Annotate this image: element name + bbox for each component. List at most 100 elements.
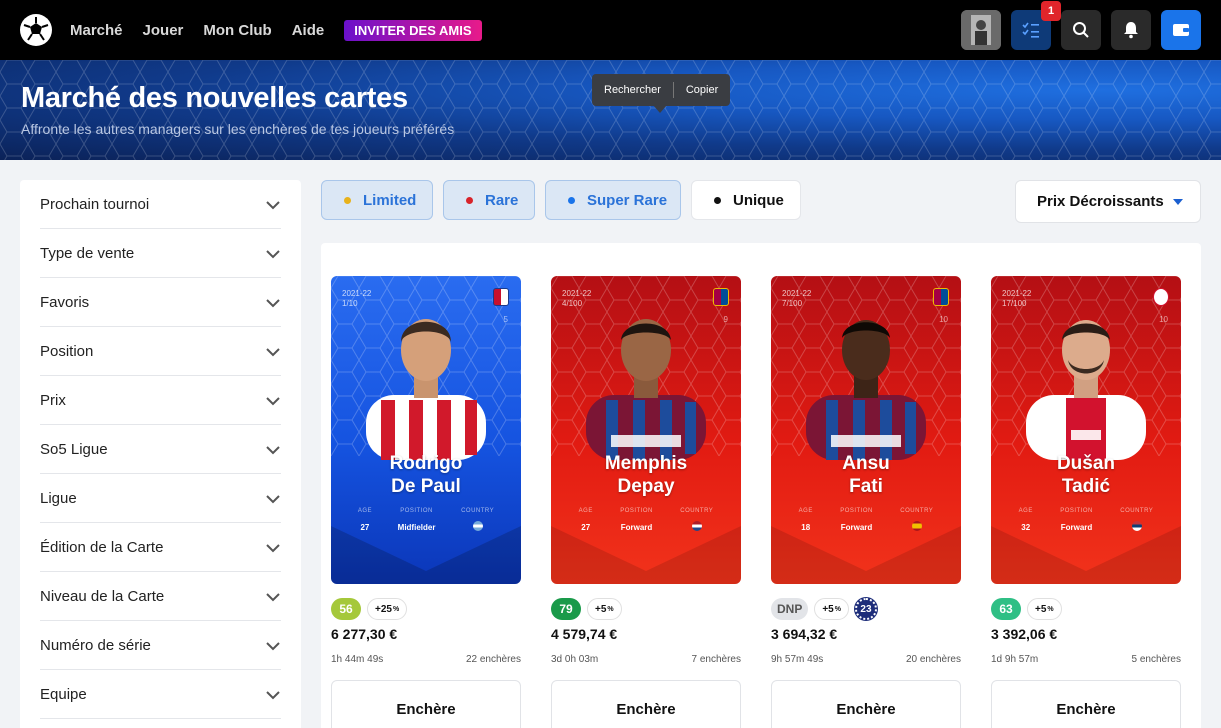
player-card[interactable]: 2021-22 1/10 5 Rodrigo De Paul AGE 27 POSIT… [331, 276, 521, 584]
filter-edition-carte[interactable]: Édition de la Carte [20, 523, 301, 572]
invite-friends-button[interactable]: INVITER DES AMIS [344, 19, 482, 41]
bid-count: 5 enchères [1131, 654, 1181, 665]
sorare-logo-icon[interactable] [20, 14, 52, 46]
card-price: 3 694,32 € [771, 626, 838, 642]
rarity-tab-label: Limited [363, 191, 417, 209]
card-shield-decoration [331, 526, 521, 584]
bid-button[interactable]: Enchère [331, 680, 521, 728]
score-badge: DNP [771, 598, 809, 620]
bonus-badge: +25% [367, 598, 408, 620]
jersey-number: 5 [503, 315, 508, 324]
score-badge: 79 [551, 598, 581, 620]
player-photo [806, 320, 926, 460]
player-age: 27 [581, 523, 591, 532]
user-avatar[interactable] [961, 10, 1001, 50]
search-icon [1073, 22, 1089, 38]
chevron-down-icon [266, 298, 280, 307]
checklist-icon [1022, 22, 1039, 38]
filter-prochain-tournoi[interactable]: Prochain tournoi [20, 180, 301, 229]
rarity-tab-rare[interactable]: Rare [443, 180, 535, 220]
nav-marche-link[interactable]: Marché [70, 22, 123, 39]
nav-links: Marché Jouer Mon Club Aide INVITER DES A… [70, 0, 482, 60]
tooltip-arrow [653, 105, 667, 113]
extra-score-badge: 23 [854, 598, 877, 620]
country-flag-icon [691, 521, 702, 531]
notifications-button[interactable] [1111, 10, 1151, 50]
filter-position[interactable]: Position [20, 327, 301, 376]
wallet-button[interactable] [1161, 10, 1201, 50]
card-price: 3 392,06 € [991, 626, 1058, 642]
card-shield-decoration [771, 526, 961, 584]
card-meta: 63 +5% [991, 597, 1181, 621]
card-stats: AGE 32 POSITION Forward COUNTRY [1018, 508, 1154, 532]
rarity-tab-label: Unique [733, 191, 784, 209]
player-card[interactable]: 2021-22 17/100 10 Dušan Tadić AGE 32 POSITI… [991, 276, 1181, 584]
filter-numero-serie[interactable]: Numéro de série [20, 621, 301, 670]
card-shield-decoration [551, 526, 741, 584]
chevron-down-icon [266, 543, 280, 552]
selection-tooltip: Rechercher Copier [592, 74, 731, 106]
filter-ligue[interactable]: Ligue [20, 474, 301, 523]
filter-label: Ligue [40, 490, 77, 507]
filter-label: Prix [40, 392, 66, 409]
filter-favoris[interactable]: Favoris [20, 278, 301, 327]
bid-button[interactable]: Enchère [991, 680, 1181, 728]
chevron-down-icon [266, 641, 280, 650]
player-name: Memphis Depay [604, 453, 688, 497]
tasks-count-badge: 1 [1041, 1, 1061, 21]
filter-label: Niveau de la Carte [40, 588, 165, 605]
filter-type-de-vente[interactable]: Type de vente [20, 229, 301, 278]
player-position: Forward [1060, 523, 1093, 532]
rarity-tab-super-rare[interactable]: Super Rare [545, 180, 681, 220]
bonus-badge: +5% [1027, 598, 1062, 620]
search-button[interactable] [1061, 10, 1101, 50]
filter-label: Numéro de série [40, 637, 151, 654]
chevron-down-icon [266, 592, 280, 601]
wallet-icon [1173, 24, 1189, 36]
country-flag-icon [911, 521, 922, 531]
chevron-down-icon [266, 690, 280, 699]
rarity-tab-unique[interactable]: Unique [691, 180, 801, 220]
rarity-dot-icon [466, 196, 473, 204]
bid-count: 20 enchères [905, 654, 961, 665]
country-flag-icon [1131, 521, 1142, 531]
jersey-number: 9 [723, 315, 728, 324]
rarity-dot-icon [344, 196, 351, 204]
rarity-dot-icon [568, 196, 575, 204]
filter-niveau-carte[interactable]: Niveau de la Carte [20, 572, 301, 621]
chevron-down-icon [266, 494, 280, 503]
bid-button[interactable]: Enchère [551, 680, 741, 728]
sort-dropdown[interactable]: Prix Décroissants [1015, 180, 1201, 223]
card-meta: 79 +5% [551, 597, 741, 621]
tooltip-copy-action[interactable]: Copier [674, 84, 730, 96]
card-price: 6 277,30 € [331, 626, 398, 642]
score-badge: 63 [991, 598, 1021, 620]
nav-jouer-link[interactable]: Jouer [143, 22, 184, 39]
player-card[interactable]: 2021-22 7/100 10 Ansu Fati AGE 18 POSITION F… [771, 276, 961, 584]
nav-aide-link[interactable]: Aide [292, 22, 325, 39]
chevron-down-icon [266, 396, 280, 405]
score-badge: 56 [331, 598, 361, 620]
filter-sidebar: Prochain tournoi Type de vente Favoris P… [20, 180, 301, 728]
player-photo [1026, 320, 1146, 460]
player-age: 18 [801, 523, 811, 532]
bid-count: 7 enchères [691, 654, 741, 665]
rarity-dot-icon [714, 196, 721, 204]
filter-label: Equipe [40, 686, 87, 703]
player-age: 32 [1021, 523, 1031, 532]
country-flag-icon [472, 521, 483, 531]
player-name: Rodrigo De Paul [389, 453, 463, 497]
bid-button[interactable]: Enchère [771, 680, 961, 728]
tooltip-search-action[interactable]: Rechercher [592, 84, 673, 96]
filter-prix[interactable]: Prix [20, 376, 301, 425]
player-position: Forward [840, 523, 873, 532]
filter-equipe[interactable]: Equipe [20, 670, 301, 719]
rarity-tab-limited[interactable]: Limited [321, 180, 433, 220]
nav-mon-club-link[interactable]: Mon Club [203, 22, 271, 39]
filter-so5-ligue[interactable]: So5 Ligue [20, 425, 301, 474]
page-subtitle: Affronte les autres managers sur les enc… [21, 121, 455, 137]
player-card[interactable]: 2021-22 4/100 9 Memphis Depay AGE 27 POSITI… [551, 276, 741, 584]
chevron-down-icon [266, 249, 280, 258]
bell-icon [1124, 22, 1138, 39]
page-title: Marché des nouvelles cartes [21, 82, 408, 114]
